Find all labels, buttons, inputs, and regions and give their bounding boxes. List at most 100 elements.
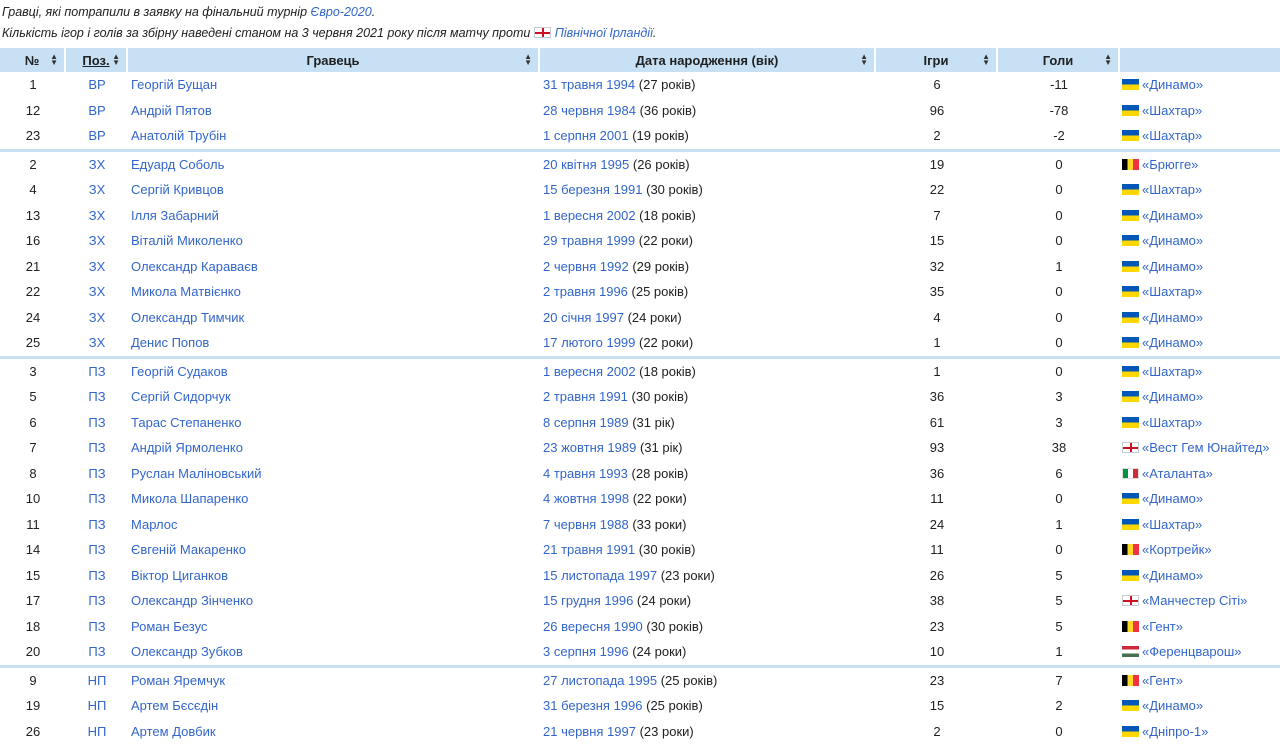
birthdate-link[interactable]: 2 травня 1991 xyxy=(543,389,628,404)
position-link[interactable]: НП xyxy=(88,698,107,713)
player-position[interactable]: ЗХ xyxy=(66,305,128,331)
position-link[interactable]: ПЗ xyxy=(88,466,105,481)
position-link[interactable]: ЗХ xyxy=(89,182,106,197)
birthdate-link[interactable]: 1 вересня 2002 xyxy=(543,208,636,223)
club-link[interactable]: «Гент» xyxy=(1142,673,1183,688)
player-name-link[interactable]: Роман Безус xyxy=(131,619,207,634)
player-position[interactable]: ПЗ xyxy=(66,614,128,640)
sort-arrows-icon[interactable]: ▲ ▼ xyxy=(1104,53,1112,67)
club-link[interactable]: «Динамо» xyxy=(1142,208,1203,223)
birthdate-link[interactable]: 26 вересня 1990 xyxy=(543,619,643,634)
birthdate-link[interactable]: 4 травня 1993 xyxy=(543,466,628,481)
col-header-games[interactable]: Ігри ▲ ▼ xyxy=(876,48,998,72)
player-name-link[interactable]: Георгій Судаков xyxy=(131,364,228,379)
birthdate-link[interactable]: 7 червня 1988 xyxy=(543,517,629,532)
position-link[interactable]: ЗХ xyxy=(89,284,106,299)
position-link[interactable]: ЗХ xyxy=(89,335,106,350)
player-position[interactable]: ЗХ xyxy=(66,203,128,229)
club-link[interactable]: «Динамо» xyxy=(1142,310,1203,325)
club-link[interactable]: «Дніпро-1» xyxy=(1142,724,1208,739)
position-link[interactable]: ЗХ xyxy=(89,208,106,223)
player-name-link[interactable]: Марлос xyxy=(131,517,177,532)
club-link[interactable]: «Ференцварош» xyxy=(1142,644,1242,659)
position-link[interactable]: НП xyxy=(88,673,107,688)
player-name-link[interactable]: Тарас Степаненко xyxy=(131,415,242,430)
player-name-link[interactable]: Андрій Пятов xyxy=(131,103,212,118)
player-position[interactable]: ПЗ xyxy=(66,512,128,538)
sort-arrows-icon[interactable]: ▲ ▼ xyxy=(112,53,120,67)
position-link[interactable]: ВР xyxy=(88,103,105,118)
player-name-link[interactable]: Сергій Кривцов xyxy=(131,182,224,197)
club-link[interactable]: «Динамо» xyxy=(1142,491,1203,506)
player-name-link[interactable]: Олександр Зінченко xyxy=(131,593,253,608)
player-position[interactable]: ЗХ xyxy=(66,330,128,356)
player-position[interactable]: ПЗ xyxy=(66,588,128,614)
birthdate-link[interactable]: 1 серпня 2001 xyxy=(543,128,629,143)
player-position[interactable]: НП xyxy=(66,693,128,719)
player-name-link[interactable]: Артем Довбик xyxy=(131,724,216,739)
player-position[interactable]: ЗХ xyxy=(66,177,128,203)
position-link[interactable]: ВР xyxy=(88,77,105,92)
player-name-link[interactable]: Едуард Соболь xyxy=(131,157,224,172)
birthdate-link[interactable]: 27 листопада 1995 xyxy=(543,673,657,688)
club-link[interactable]: «Динамо» xyxy=(1142,259,1203,274)
birthdate-link[interactable]: 15 листопада 1997 xyxy=(543,568,657,583)
club-link[interactable]: «Динамо» xyxy=(1142,698,1203,713)
position-link[interactable]: ЗХ xyxy=(89,233,106,248)
birthdate-link[interactable]: 8 серпня 1989 xyxy=(543,415,629,430)
player-name-link[interactable]: Артем Бєсєдін xyxy=(131,698,218,713)
birthdate-link[interactable]: 20 січня 1997 xyxy=(543,310,624,325)
player-name-link[interactable]: Роман Яремчук xyxy=(131,673,225,688)
position-link[interactable]: НП xyxy=(88,724,107,739)
club-link[interactable]: «Шахтар» xyxy=(1142,364,1202,379)
player-position[interactable]: ПЗ xyxy=(66,435,128,461)
player-position[interactable]: ВР xyxy=(66,123,128,149)
player-name-link[interactable]: Сергій Сидорчук xyxy=(131,389,231,404)
position-link[interactable]: ПЗ xyxy=(88,389,105,404)
player-name-link[interactable]: Андрій Ярмоленко xyxy=(131,440,243,455)
player-position[interactable]: ВР xyxy=(66,98,128,124)
birthdate-link[interactable]: 2 травня 1996 xyxy=(543,284,628,299)
club-link[interactable]: «Динамо» xyxy=(1142,568,1203,583)
sort-arrows-icon[interactable]: ▲ ▼ xyxy=(524,53,532,67)
player-name-link[interactable]: Олександр Караваєв xyxy=(131,259,258,274)
position-link[interactable]: ПЗ xyxy=(88,568,105,583)
player-position[interactable]: ПЗ xyxy=(66,639,128,665)
birthdate-link[interactable]: 21 травня 1991 xyxy=(543,542,635,557)
birthdate-link[interactable]: 15 грудня 1996 xyxy=(543,593,633,608)
player-name-link[interactable]: Микола Шапаренко xyxy=(131,491,248,506)
position-link[interactable]: ЗХ xyxy=(89,259,106,274)
birthdate-link[interactable]: 3 серпня 1996 xyxy=(543,644,629,659)
player-position[interactable]: ПЗ xyxy=(66,563,128,589)
position-link[interactable]: ПЗ xyxy=(88,491,105,506)
club-link[interactable]: «Динамо» xyxy=(1142,77,1203,92)
birthdate-link[interactable]: 23 жовтня 1989 xyxy=(543,440,636,455)
birthdate-link[interactable]: 4 жовтня 1998 xyxy=(543,491,629,506)
player-position[interactable]: ПЗ xyxy=(66,537,128,563)
club-link[interactable]: «Гент» xyxy=(1142,619,1183,634)
player-position[interactable]: ЗХ xyxy=(66,279,128,305)
position-link[interactable]: ЗХ xyxy=(89,310,106,325)
club-link[interactable]: «Шахтар» xyxy=(1142,284,1202,299)
position-link[interactable]: ВР xyxy=(88,128,105,143)
club-link[interactable]: «Манчестер Сіті» xyxy=(1142,593,1247,608)
player-name-link[interactable]: Віталій Миколенко xyxy=(131,233,243,248)
player-position[interactable]: ПЗ xyxy=(66,486,128,512)
club-link[interactable]: «Шахтар» xyxy=(1142,415,1202,430)
player-name-link[interactable]: Микола Матвієнко xyxy=(131,284,241,299)
club-link[interactable]: «Брюгге» xyxy=(1142,157,1198,172)
position-link[interactable]: ПЗ xyxy=(88,415,105,430)
col-header-player[interactable]: Гравець ▲ ▼ xyxy=(128,48,540,72)
player-position[interactable]: ПЗ xyxy=(66,384,128,410)
birthdate-link[interactable]: 31 березня 1996 xyxy=(543,698,643,713)
player-position[interactable]: ПЗ xyxy=(66,410,128,436)
position-link[interactable]: ПЗ xyxy=(88,619,105,634)
col-header-number[interactable]: № ▲ ▼ xyxy=(0,48,66,72)
player-position[interactable]: НП xyxy=(66,719,128,745)
birthdate-link[interactable]: 1 вересня 2002 xyxy=(543,364,636,379)
position-link[interactable]: ПЗ xyxy=(88,542,105,557)
position-link[interactable]: ЗХ xyxy=(89,157,106,172)
player-name-link[interactable]: Євгеній Макаренко xyxy=(131,542,246,557)
club-link[interactable]: «Шахтар» xyxy=(1142,128,1202,143)
position-link[interactable]: ПЗ xyxy=(88,517,105,532)
